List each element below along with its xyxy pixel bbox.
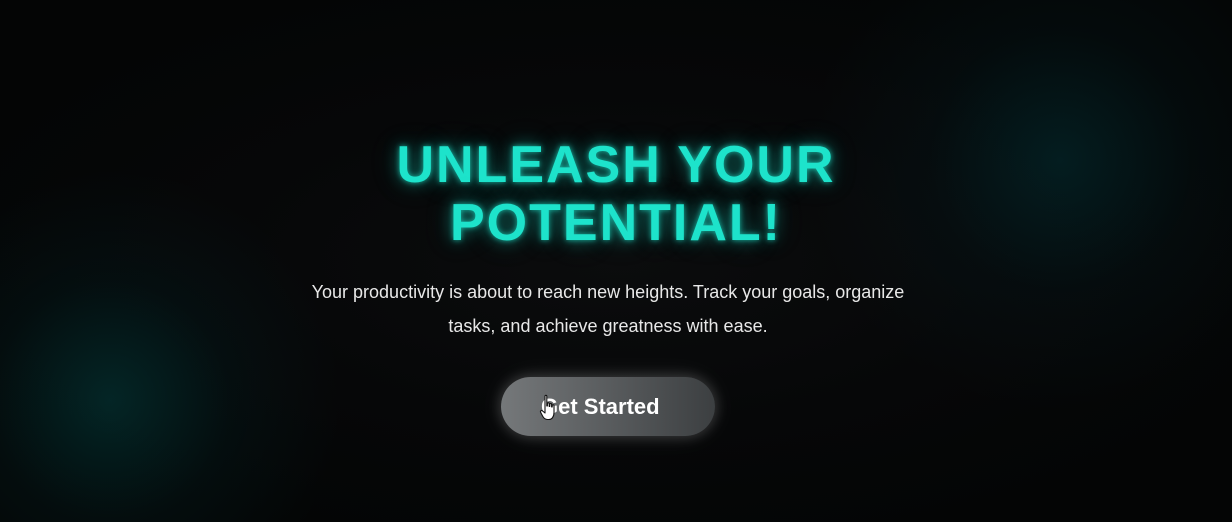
hero-headline: UNLEASH YOUR POTENTIAL! — [316, 136, 916, 252]
hand-pointer-icon — [539, 394, 555, 421]
hero-subtext: Your productivity is about to reach new … — [290, 275, 926, 343]
subtext-line-1: Your productivity is about to reach new … — [311, 282, 905, 302]
get-started-button[interactable]: Get Started — [501, 377, 715, 436]
landing-page: UNLEASH YOUR POTENTIAL! Your productivit… — [0, 0, 1232, 522]
subtext-line-2: tasks, and achieve greatness with ease. — [448, 316, 768, 336]
headline-line-2: POTENTIAL! — [450, 194, 782, 252]
headline-line-1: UNLEASH YOUR — [396, 136, 836, 194]
hero-section: UNLEASH YOUR POTENTIAL! Your productivit… — [0, 0, 1232, 522]
